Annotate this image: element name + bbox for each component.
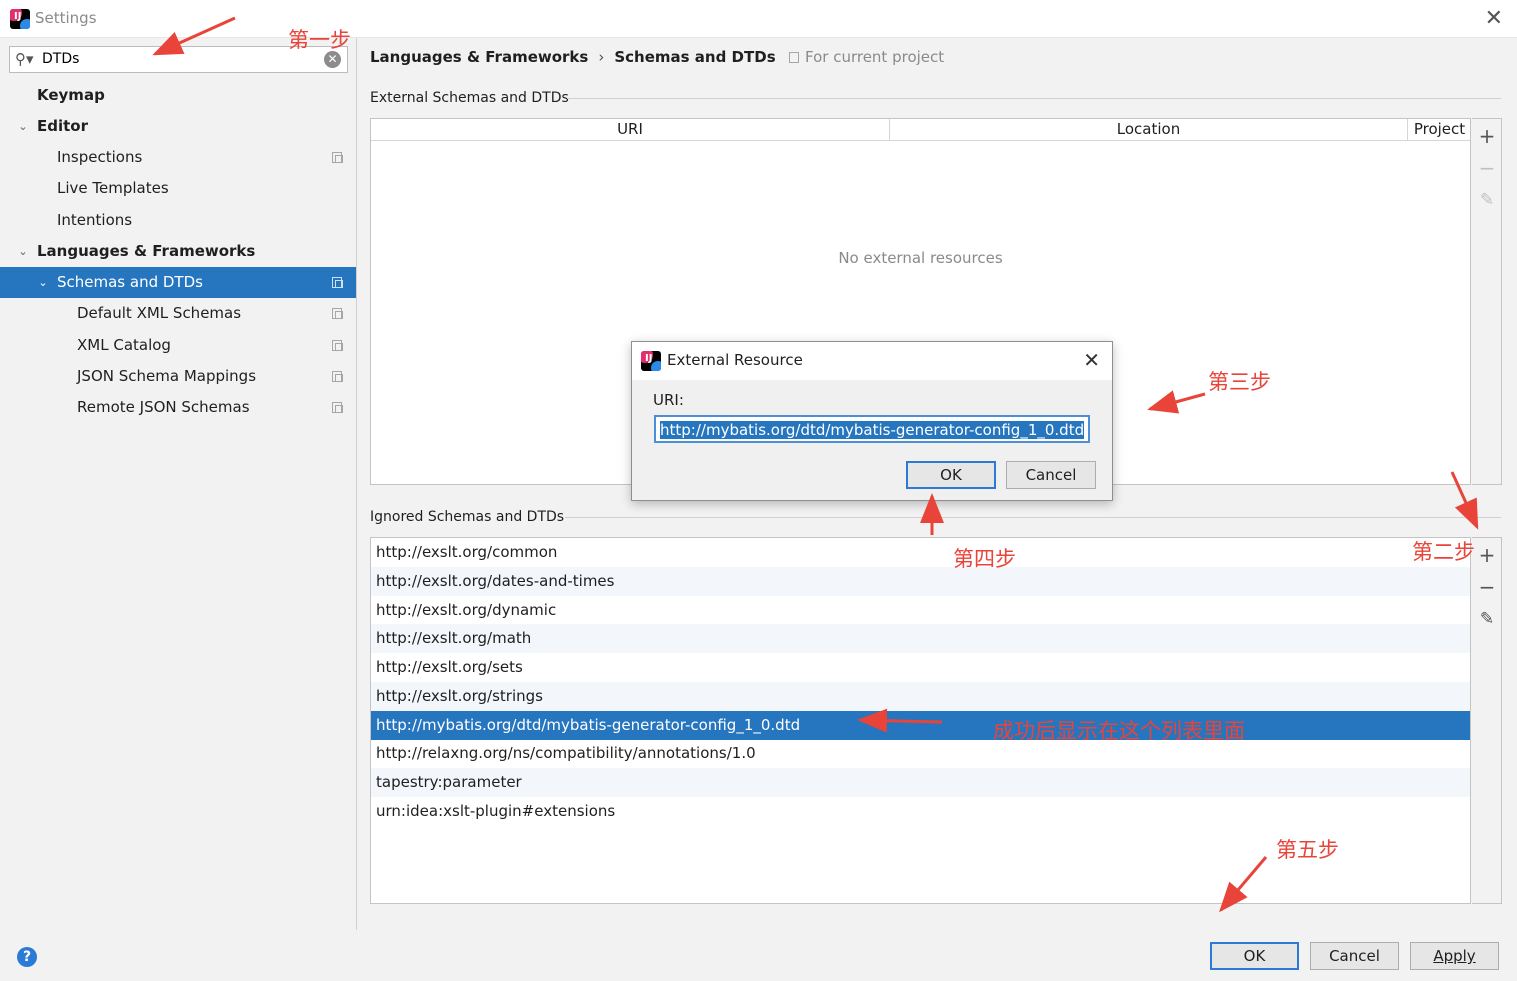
column-header-location[interactable]: Location: [890, 119, 1408, 140]
sidebar-item-json-schema-mappings[interactable]: JSON Schema Mappings: [0, 361, 356, 392]
dialog-title-bar: IJ External Resource ✕: [632, 342, 1112, 380]
list-item[interactable]: http://exslt.org/dynamic: [371, 596, 1470, 625]
sidebar-item-editor[interactable]: ⌄ Editor: [0, 111, 356, 142]
dialog-footer: ? OK Cancel Apply: [0, 930, 1517, 981]
annotation-step5: 第五步: [1276, 838, 1339, 862]
search-input[interactable]: [42, 49, 322, 69]
help-icon[interactable]: ?: [17, 947, 37, 967]
annotation-step4: 第四步: [953, 547, 1016, 571]
dialog-cancel-button[interactable]: Cancel: [1006, 461, 1096, 489]
breadcrumb-separator: ›: [598, 48, 605, 66]
annotation-step3: 第三步: [1208, 370, 1271, 394]
sidebar-item-label: Default XML Schemas: [77, 304, 242, 322]
close-icon[interactable]: ✕: [1083, 348, 1100, 372]
external-resource-dialog: IJ External Resource ✕ URI: http://mybat…: [631, 341, 1113, 501]
for-project-label: For current project: [805, 48, 945, 66]
list-item[interactable]: http://exslt.org/strings: [371, 682, 1470, 711]
sidebar-item-label: Remote JSON Schemas: [77, 398, 250, 416]
apply-button[interactable]: Apply: [1410, 942, 1499, 970]
sidebar-item-live-templates[interactable]: Live Templates: [0, 173, 356, 204]
ignored-toolbar: + − ✎: [1472, 537, 1502, 904]
sidebar-item-keymap[interactable]: Keymap: [0, 80, 356, 111]
project-scope-icon: [332, 340, 343, 351]
edit-icon[interactable]: ✎: [1477, 609, 1497, 629]
project-scope-icon: [332, 371, 343, 382]
project-scope-icon: [332, 277, 343, 288]
sidebar-item-label: JSON Schema Mappings: [77, 367, 257, 385]
chevron-down-icon[interactable]: ⌄: [16, 236, 30, 267]
breadcrumb-parent[interactable]: Languages & Frameworks: [370, 48, 588, 66]
sidebar-item-label: Intentions: [57, 211, 133, 229]
external-toolbar: + − ✎: [1472, 118, 1502, 485]
intellij-icon: IJ: [10, 9, 30, 29]
empty-state-text: No external resources: [838, 249, 1003, 267]
ok-button[interactable]: OK: [1210, 942, 1299, 970]
uri-input[interactable]: http://mybatis.org/dtd/mybatis-generator…: [654, 415, 1090, 443]
annotation-step2: 第二步: [1412, 540, 1475, 564]
sidebar-item-label: Inspections: [57, 148, 143, 166]
sidebar-item-label: Keymap: [37, 86, 105, 104]
dialog-title: External Resource: [667, 351, 803, 369]
for-current-project: For current project: [789, 48, 944, 66]
chevron-down-icon[interactable]: ⌄: [36, 267, 50, 298]
edit-icon[interactable]: ✎: [1477, 190, 1497, 210]
sidebar-item-label: Editor: [37, 117, 88, 135]
project-scope-icon: [789, 52, 799, 63]
sidebar-item-languages-frameworks[interactable]: ⌄ Languages & Frameworks: [0, 236, 356, 267]
sidebar-item-label: Languages & Frameworks: [37, 242, 256, 260]
breadcrumb-current: Schemas and DTDs: [614, 48, 776, 66]
sidebar-item-label: Schemas and DTDs: [57, 273, 203, 291]
list-item[interactable]: urn:idea:xslt-plugin#extensions: [371, 797, 1470, 826]
project-scope-icon: [332, 308, 343, 319]
settings-sidebar: ⚲▾ ✕ Keymap ⌄ Editor Inspections Live Te…: [0, 38, 357, 930]
title-bar: IJ Settings ✕: [0, 0, 1517, 38]
list-item[interactable]: tapestry:parameter: [371, 768, 1470, 797]
window-title: Settings: [35, 9, 97, 27]
separator: [567, 98, 1501, 99]
search-icon[interactable]: ⚲▾: [15, 50, 34, 68]
add-icon[interactable]: +: [1477, 126, 1497, 146]
chevron-down-icon[interactable]: ⌄: [16, 111, 30, 142]
list-item[interactable]: http://relaxng.org/ns/compatibility/anno…: [371, 739, 1470, 768]
add-icon[interactable]: +: [1477, 545, 1497, 565]
list-item-selected[interactable]: http://mybatis.org/dtd/mybatis-generator…: [371, 711, 1470, 740]
uri-label: URI:: [653, 391, 684, 409]
sidebar-item-remote-json-schemas[interactable]: Remote JSON Schemas: [0, 392, 356, 423]
column-header-uri[interactable]: URI: [371, 119, 890, 140]
dialog-ok-button[interactable]: OK: [906, 461, 996, 489]
annotation-step1: 第一步: [288, 28, 351, 52]
sidebar-item-schemas-dtds[interactable]: ⌄ Schemas and DTDs: [0, 267, 356, 298]
breadcrumb: Languages & Frameworks › Schemas and DTDs: [370, 48, 776, 66]
sidebar-item-label: XML Catalog: [77, 336, 171, 354]
column-header-project[interactable]: Project: [1408, 119, 1471, 140]
remove-icon[interactable]: −: [1477, 158, 1497, 178]
separator: [565, 517, 1501, 518]
external-schemas-title: External Schemas and DTDs: [370, 90, 569, 106]
annotation-success-note: 成功后显示在这个列表里面: [993, 719, 1245, 743]
list-item[interactable]: http://exslt.org/common: [371, 538, 1470, 567]
close-icon[interactable]: ✕: [1485, 6, 1503, 31]
ignored-schemas-title: Ignored Schemas and DTDs: [370, 509, 565, 525]
project-scope-icon: [332, 152, 343, 163]
intellij-icon: IJ: [641, 351, 661, 371]
list-item[interactable]: http://exslt.org/sets: [371, 653, 1470, 682]
sidebar-item-intentions[interactable]: Intentions: [0, 205, 356, 236]
list-item[interactable]: http://exslt.org/math: [371, 624, 1470, 653]
sidebar-item-inspections[interactable]: Inspections: [0, 142, 356, 173]
sidebar-item-default-xml-schemas[interactable]: Default XML Schemas: [0, 298, 356, 329]
sidebar-item-xml-catalog[interactable]: XML Catalog: [0, 330, 356, 361]
remove-icon[interactable]: −: [1477, 577, 1497, 597]
sidebar-item-label: Live Templates: [57, 179, 169, 197]
project-scope-icon: [332, 402, 343, 413]
list-item[interactable]: http://exslt.org/dates-and-times: [371, 567, 1470, 596]
table-header: URI Location Project: [371, 119, 1470, 141]
uri-input-value: http://mybatis.org/dtd/mybatis-generator…: [660, 421, 1085, 439]
cancel-button[interactable]: Cancel: [1310, 942, 1399, 970]
